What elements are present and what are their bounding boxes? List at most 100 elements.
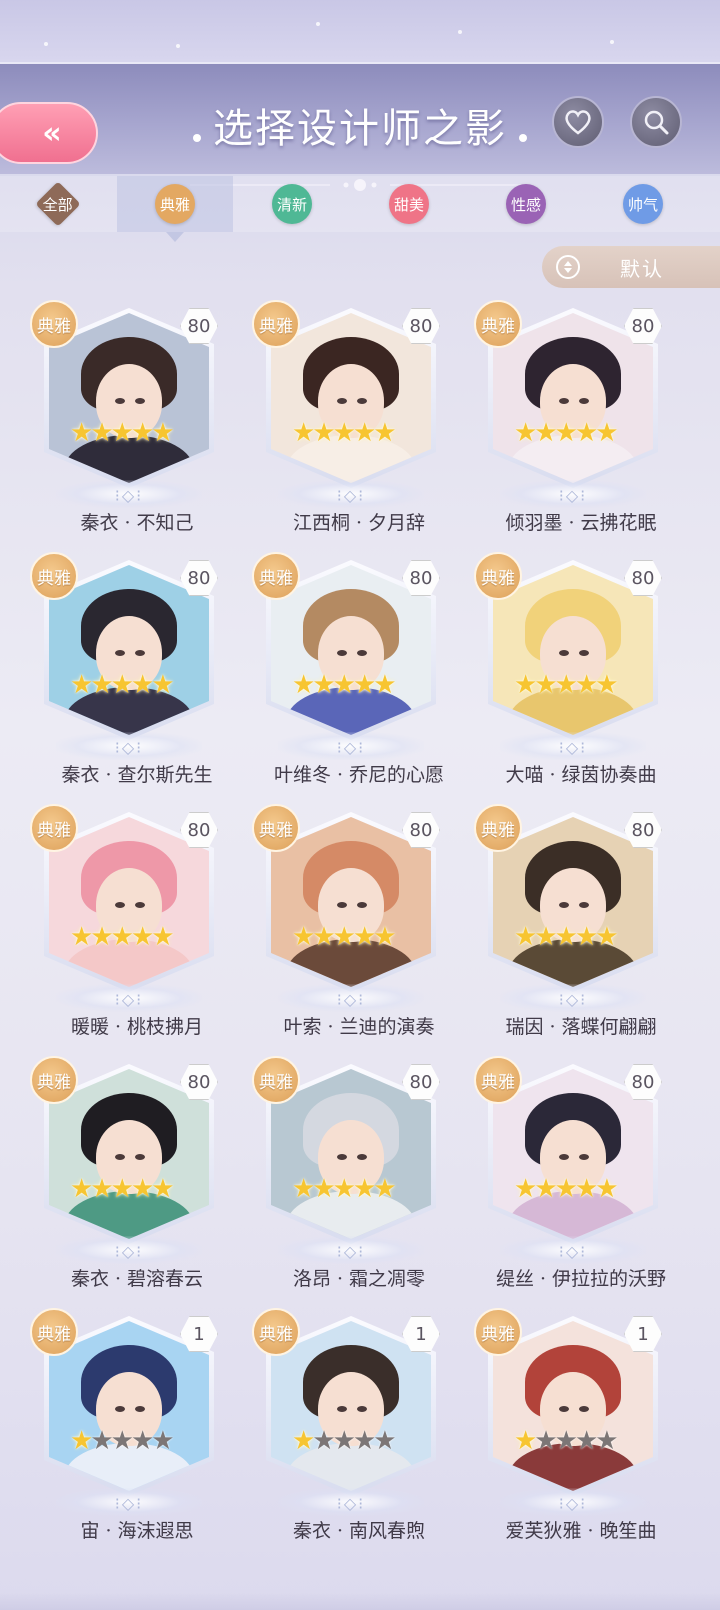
tab-elegant[interactable]: 典雅 [117, 176, 233, 242]
tab-elegant-label: 典雅 [159, 195, 190, 214]
tab-sweet-label: 甜美 [393, 195, 424, 214]
designer-card[interactable]: ⁝◇⁝ 典雅 80 ★ ★ ★ ★ ★ 瑞因 · 落蝶何翩翩 [470, 798, 692, 1046]
sparkle [610, 40, 614, 44]
style-badge: 典雅 [30, 552, 78, 600]
designer-card[interactable]: ⁝◇⁝ 典雅 80 ★ ★ ★ ★ ★ 秦衣 · 不知己 [26, 294, 248, 542]
tab-cool-badge: 帅气 [623, 184, 663, 224]
tab-sexy-badge: 性感 [506, 184, 546, 224]
portrait-eye [558, 1406, 569, 1412]
favorite-button[interactable] [552, 96, 604, 148]
portrait-eye [336, 902, 347, 908]
sparkle [316, 22, 320, 26]
top-background [0, 0, 720, 62]
portrait-eye [114, 1154, 125, 1160]
portrait-eye [558, 902, 569, 908]
back-button[interactable]: « [0, 102, 98, 164]
style-tabs: 全部 典雅 清新 甜美 性感 帅气 [0, 176, 720, 242]
star-filled-icon: ★ [151, 1174, 175, 1204]
card-ornament: ⁝◇⁝ [336, 990, 366, 1009]
designer-name: 倾羽墨 · 云拂花眠 [505, 512, 657, 534]
designer-name: 洛昂 · 霜之凋零 [292, 1268, 426, 1290]
designer-name: 江西桐 · 夕月辞 [292, 512, 426, 534]
designer-card[interactable]: ⁝◇⁝ 典雅 80 ★ ★ ★ ★ ★ 暖暖 · 桃枝拂月 [26, 798, 248, 1046]
designer-card[interactable]: ⁝◇⁝ 典雅 1 ★ ★ ★ ★ ★ 宙 · 海沫遐思 [26, 1302, 248, 1550]
star-filled-icon: ★ [595, 670, 619, 700]
tab-fresh-label: 清新 [276, 195, 307, 214]
designer-name: 暖暖 · 桃枝拂月 [70, 1016, 204, 1038]
card-ornament: ⁝◇⁝ [336, 486, 366, 505]
designer-card[interactable]: ⁝◇⁝ 典雅 1 ★ ★ ★ ★ ★ 爱芙狄雅 · 晚笙曲 [470, 1302, 692, 1550]
designer-card[interactable]: ⁝◇⁝ 典雅 80 ★ ★ ★ ★ ★ 秦衣 · 查尔斯先生 [26, 546, 248, 794]
portrait-eye [558, 1154, 569, 1160]
portrait-eye [114, 650, 125, 656]
style-badge: 典雅 [30, 1056, 78, 1104]
designer-card[interactable]: ⁝◇⁝ 典雅 80 ★ ★ ★ ★ ★ 叶索 · 兰迪的演奏 [248, 798, 470, 1046]
star-filled-icon: ★ [151, 922, 175, 952]
star-rating: ★ ★ ★ ★ ★ [292, 670, 412, 700]
search-icon [644, 110, 669, 135]
designer-name: 瑞因 · 落蝶何翩翩 [505, 1016, 657, 1038]
style-badge: 典雅 [252, 552, 300, 600]
star-rating: ★ ★ ★ ★ ★ [514, 1174, 634, 1204]
designer-card[interactable]: ⁝◇⁝ 典雅 80 ★ ★ ★ ★ ★ 洛昂 · 霜之凋零 [248, 1050, 470, 1298]
page-title-wrap: 选择设计师之影 [180, 96, 540, 191]
sparkle [176, 44, 180, 48]
designer-name: 叶维冬 · 乔尼的心愿 [273, 764, 445, 786]
designer-card[interactable]: ⁝◇⁝ 典雅 1 ★ ★ ★ ★ ★ 秦衣 · 南风春煦 [248, 1302, 470, 1550]
designer-card[interactable]: ⁝◇⁝ 典雅 80 ★ ★ ★ ★ ★ 叶维冬 · 乔尼的心愿 [248, 546, 470, 794]
designer-name: 缇丝 · 伊拉拉的沃野 [495, 1268, 667, 1290]
designer-card[interactable]: ⁝◇⁝ 典雅 80 ★ ★ ★ ★ ★ 大喵 · 绿茵协奏曲 [470, 546, 692, 794]
tab-all-badge: 全部 [35, 181, 81, 227]
star-rating: ★ ★ ★ ★ ★ [514, 670, 634, 700]
star-rating: ★ ★ ★ ★ ★ [292, 418, 412, 448]
sort-icon [556, 255, 580, 279]
star-filled-icon: ★ [373, 1174, 397, 1204]
star-rating: ★ ★ ★ ★ ★ [70, 418, 190, 448]
search-button[interactable] [630, 96, 682, 148]
tab-sweet[interactable]: 甜美 [351, 176, 467, 232]
heart-icon [565, 110, 591, 135]
style-badge: 典雅 [252, 804, 300, 852]
style-badge: 典雅 [30, 300, 78, 348]
page-title: 选择设计师之影 [213, 106, 507, 152]
designer-name: 秦衣 · 碧溶春云 [70, 1268, 204, 1290]
tab-fresh[interactable]: 清新 [234, 176, 350, 232]
tab-sweet-badge: 甜美 [389, 184, 429, 224]
card-ornament: ⁝◇⁝ [114, 486, 144, 505]
tab-fresh-badge: 清新 [272, 184, 312, 224]
designer-name: 大喵 · 绿茵协奏曲 [505, 764, 657, 786]
tab-sexy[interactable]: 性感 [468, 176, 584, 232]
star-filled-icon: ★ [595, 922, 619, 952]
sparkle [44, 42, 48, 46]
star-rating: ★ ★ ★ ★ ★ [292, 1426, 412, 1456]
star-filled-icon: ★ [373, 670, 397, 700]
portrait-eye [114, 398, 125, 404]
designer-card[interactable]: ⁝◇⁝ 典雅 80 ★ ★ ★ ★ ★ 江西桐 · 夕月辞 [248, 294, 470, 542]
star-rating: ★ ★ ★ ★ ★ [70, 922, 190, 952]
designer-card[interactable]: ⁝◇⁝ 典雅 80 ★ ★ ★ ★ ★ 倾羽墨 · 云拂花眠 [470, 294, 692, 542]
card-ornament: ⁝◇⁝ [336, 1242, 366, 1261]
tab-cool[interactable]: 帅气 [585, 176, 701, 232]
portrait-eye [558, 398, 569, 404]
style-badge: 典雅 [252, 300, 300, 348]
sort-dropdown[interactable]: 默认 [542, 246, 720, 288]
star-rating: ★ ★ ★ ★ ★ [70, 1174, 190, 1204]
tab-elegant-badge: 典雅 [155, 184, 195, 224]
star-filled-icon: ★ [151, 418, 175, 448]
designer-card[interactable]: ⁝◇⁝ 典雅 80 ★ ★ ★ ★ ★ 缇丝 · 伊拉拉的沃野 [470, 1050, 692, 1298]
portrait-eye [114, 1406, 125, 1412]
designer-card[interactable]: ⁝◇⁝ 典雅 80 ★ ★ ★ ★ ★ 秦衣 · 碧溶春云 [26, 1050, 248, 1298]
star-filled-icon: ★ [151, 670, 175, 700]
style-badge: 典雅 [474, 552, 522, 600]
card-ornament: ⁝◇⁝ [336, 1494, 366, 1513]
star-filled-icon: ★ [595, 1174, 619, 1204]
designer-name: 秦衣 · 查尔斯先生 [61, 764, 213, 786]
style-badge: 典雅 [474, 804, 522, 852]
style-badge: 典雅 [30, 804, 78, 852]
card-ornament: ⁝◇⁝ [558, 1494, 588, 1513]
tab-all[interactable]: 全部 [0, 176, 116, 232]
star-filled-icon: ★ [373, 418, 397, 448]
star-empty-icon: ★ [373, 1426, 397, 1456]
designer-name: 爱芙狄雅 · 晚笙曲 [505, 1520, 657, 1542]
star-empty-icon: ★ [595, 1426, 619, 1456]
